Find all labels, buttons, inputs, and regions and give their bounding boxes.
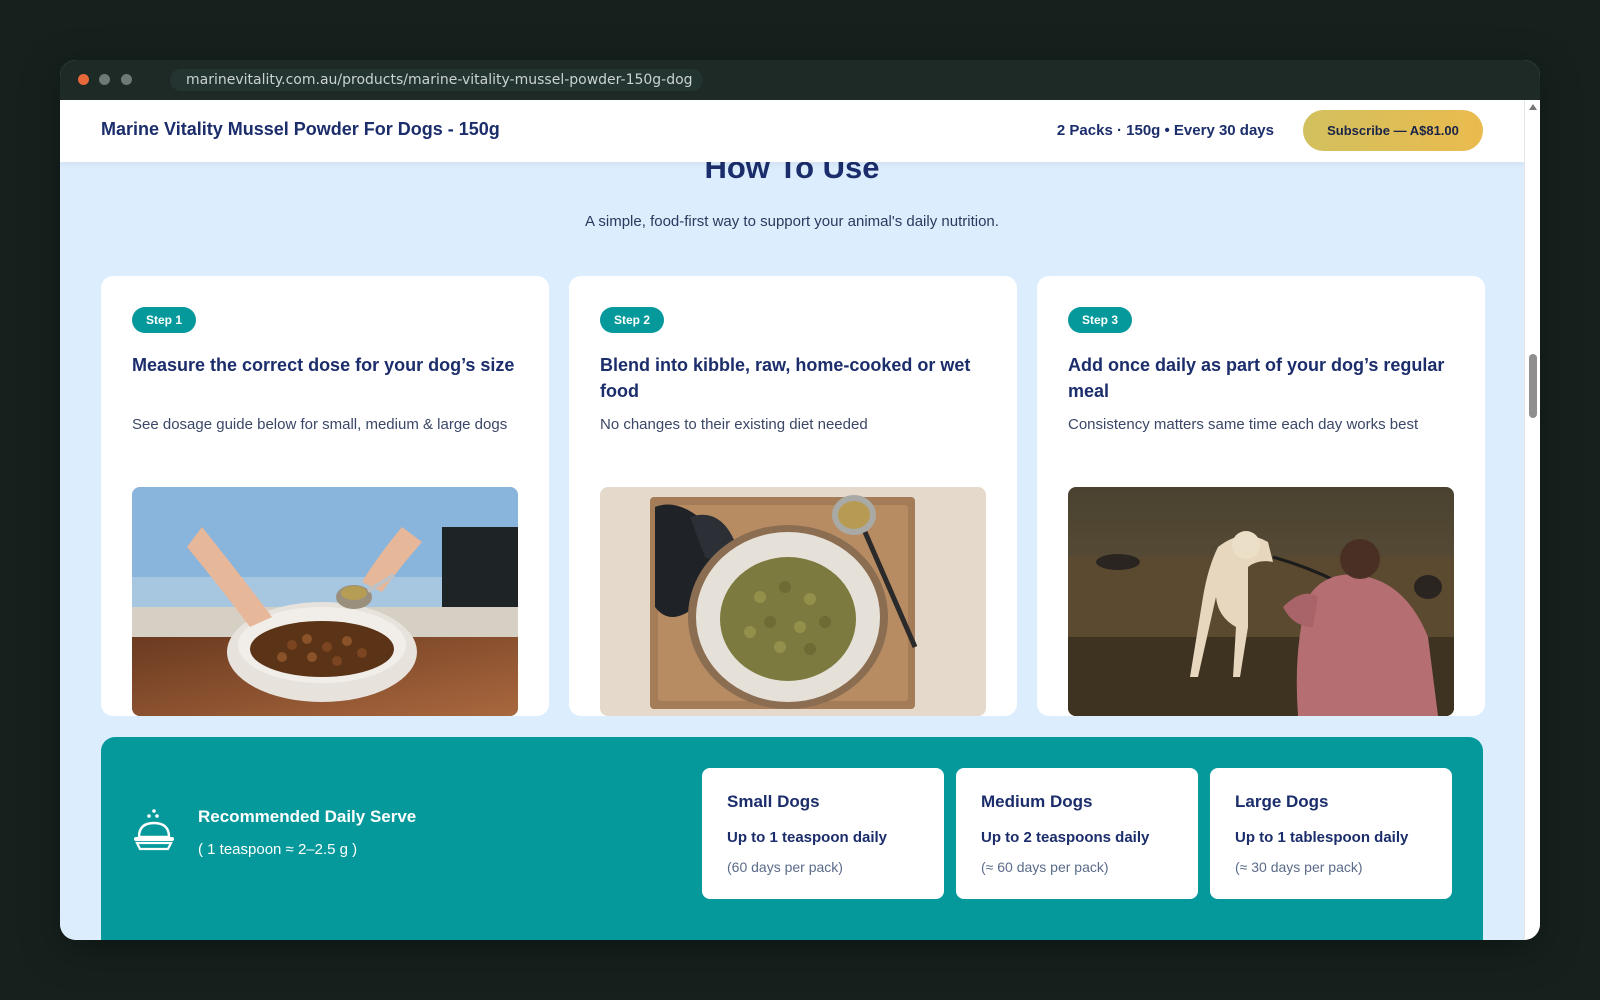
- step-badge: Step 2: [600, 307, 665, 333]
- dose-amount: Up to 2 teaspoons daily: [981, 829, 1150, 846]
- dog-bowl-icon: [134, 809, 174, 851]
- step-image-woman-with-dog: [1068, 487, 1454, 716]
- dose-duration: (≈ 60 days per pack): [981, 859, 1109, 875]
- step-title: Add once daily as part of your dog’s reg…: [1068, 355, 1445, 401]
- teaspoon-conversion-note: ( 1 teaspoon ≈ 2–2.5 g ): [198, 841, 358, 858]
- dose-amount: Up to 1 tablespoon daily: [1235, 829, 1409, 846]
- step-description: No changes to their existing diet needed: [600, 416, 868, 433]
- daily-serve-title: Recommended Daily Serve: [198, 807, 417, 826]
- sticky-product-bar: Marine Vitality Mussel Powder For Dogs -…: [60, 100, 1524, 162]
- product-title: Marine Vitality Mussel Powder For Dogs -…: [101, 119, 500, 139]
- step-card-3: Step 3 Add once daily as part of your do…: [1037, 276, 1485, 716]
- step-card-2: Step 2 Blend into kibble, raw, home-cook…: [569, 276, 1017, 716]
- dose-size-name: Small Dogs: [727, 792, 820, 811]
- dose-card-medium: Medium Dogs Up to 2 teaspoons daily (≈ 6…: [956, 768, 1198, 899]
- page-viewport: Marine Vitality Mussel Powder For Dogs -…: [60, 100, 1524, 940]
- dose-duration: (≈ 30 days per pack): [1235, 859, 1363, 875]
- address-bar[interactable]: marinevitality.com.au/products/marine-vi…: [170, 69, 703, 91]
- step-description: See dosage guide below for small, medium…: [132, 416, 508, 433]
- step-card-1: Step 1 Measure the correct dose for your…: [101, 276, 549, 716]
- vertical-scrollbar[interactable]: [1524, 100, 1540, 940]
- dose-card-large: Large Dogs Up to 1 tablespoon daily (≈ 3…: [1210, 768, 1452, 899]
- dose-duration: (60 days per pack): [727, 859, 843, 875]
- step-badge: Step 1: [132, 307, 197, 333]
- dose-size-name: Large Dogs: [1235, 792, 1329, 811]
- step-description: Consistency matters same time each day w…: [1068, 416, 1419, 433]
- maximize-window-button[interactable]: [121, 74, 132, 85]
- daily-serve-panel: Recommended Daily Serve ( 1 teaspoon ≈ 2…: [101, 737, 1483, 940]
- step-title: Blend into kibble, raw, home-cooked or w…: [600, 355, 971, 401]
- variant-summary: 2 Packs · 150g • Every 30 days: [1056, 122, 1274, 139]
- step-image-scooping-powder: [132, 487, 518, 716]
- step-badge: Step 3: [1068, 307, 1133, 333]
- browser-window: marinevitality.com.au/products/marine-vi…: [60, 60, 1540, 940]
- scrollbar-thumb[interactable]: [1529, 354, 1537, 418]
- scroll-up-arrow-icon[interactable]: [1529, 104, 1537, 110]
- dose-amount: Up to 1 teaspoon daily: [727, 829, 888, 846]
- subscribe-button[interactable]: Subscribe — A$81.00: [1303, 110, 1483, 151]
- browser-chrome: marinevitality.com.au/products/marine-vi…: [60, 60, 1540, 100]
- step-image-kibble-bowl: [600, 487, 986, 716]
- dose-card-small: Small Dogs Up to 1 teaspoon daily (60 da…: [702, 768, 944, 899]
- minimize-window-button[interactable]: [99, 74, 110, 85]
- how-to-use-subtitle: A simple, food-first way to support your…: [585, 213, 999, 230]
- close-window-button[interactable]: [78, 74, 89, 85]
- dose-size-name: Medium Dogs: [981, 792, 1093, 811]
- step-title: Measure the correct dose for your dog’s …: [132, 355, 515, 375]
